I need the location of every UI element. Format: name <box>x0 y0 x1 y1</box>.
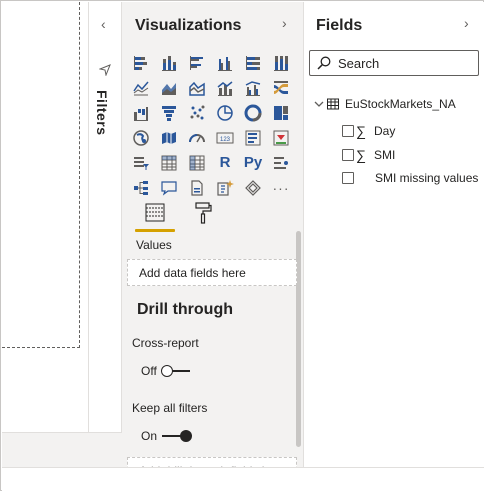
table-name: EuStockMarkets_NA <box>345 97 456 111</box>
toggle-off-switch[interactable] <box>160 365 190 377</box>
expand-filters-chevron-icon[interactable]: ‹ <box>101 16 106 32</box>
fields-title: Fields <box>316 17 363 34</box>
matrix-icon[interactable] <box>183 150 211 175</box>
field-checkbox[interactable] <box>342 149 354 161</box>
fields-pane: Fields › EuStockMarkets_NA ∑ Day ∑ SMI <box>304 2 484 467</box>
line-chart-icon[interactable] <box>127 75 155 100</box>
waterfall-chart-icon[interactable] <box>127 100 155 125</box>
viz-pane-tabs <box>135 202 295 232</box>
100-stacked-column-chart-icon[interactable] <box>267 50 295 75</box>
search-icon <box>317 56 331 70</box>
drill-through-title: Drill through <box>137 301 233 318</box>
multi-row-card-icon[interactable] <box>239 125 267 150</box>
status-bar <box>2 467 484 491</box>
fields-well-icon <box>145 203 165 222</box>
line-and-stacked-column-chart-icon[interactable] <box>211 75 239 100</box>
decomposition-tree-icon[interactable] <box>127 175 155 200</box>
report-page[interactable] <box>2 2 80 348</box>
slicer-icon[interactable] <box>127 150 155 175</box>
keep-all-filters-toggle[interactable]: On <box>141 429 193 443</box>
svg-text:123: 123 <box>220 137 231 143</box>
table-icon <box>327 98 339 110</box>
tab-fields[interactable] <box>135 202 175 232</box>
field-checkbox[interactable] <box>342 125 354 137</box>
field-item-smi-missing-values[interactable]: SMI missing values <box>342 171 478 185</box>
filters-pane[interactable]: ‹ Filters <box>89 2 122 432</box>
report-view: ‹ Filters Visualizations › 123 R Py ··· … <box>0 0 484 491</box>
donut-chart-icon[interactable] <box>239 100 267 125</box>
values-well-label: Values <box>136 238 172 252</box>
power-apps-icon[interactable] <box>239 175 267 200</box>
toggle-on-switch[interactable] <box>162 430 193 442</box>
tab-format[interactable] <box>183 202 223 232</box>
ribbon-chart-icon[interactable] <box>267 75 295 100</box>
area-chart-icon[interactable] <box>155 75 183 100</box>
python-visual-label: Py <box>243 154 263 171</box>
field-label: SMI missing values <box>375 171 479 185</box>
map-icon[interactable] <box>127 125 155 150</box>
collapse-fields-chevron-icon[interactable]: › <box>464 15 469 31</box>
chevron-down-icon[interactable] <box>313 98 325 110</box>
gauge-icon[interactable] <box>183 125 211 150</box>
smart-narrative-icon[interactable] <box>211 175 239 200</box>
clustered-bar-chart-icon[interactable] <box>183 50 211 75</box>
sigma-icon: ∑ <box>356 147 366 163</box>
field-item-day[interactable]: ∑ Day <box>342 123 395 139</box>
report-canvas[interactable] <box>2 2 89 432</box>
cross-report-label: Cross-report <box>132 336 199 350</box>
values-dropzone[interactable]: Add data fields here <box>127 259 297 286</box>
paginated-report-icon[interactable] <box>183 175 211 200</box>
stacked-bar-chart-icon[interactable] <box>127 50 155 75</box>
card-icon[interactable]: 123 <box>211 125 239 150</box>
scatter-chart-icon[interactable] <box>183 100 211 125</box>
search-input[interactable] <box>338 55 468 71</box>
filter-icon <box>99 64 111 76</box>
collapse-visualizations-chevron-icon[interactable]: › <box>282 15 287 31</box>
field-label: Day <box>374 124 396 138</box>
visualizations-title: Visualizations <box>135 17 242 34</box>
fields-search[interactable] <box>309 50 479 76</box>
keep-all-filters-state: On <box>141 429 158 443</box>
r-visual-label: R <box>219 154 231 171</box>
line-and-clustered-column-chart-icon[interactable] <box>239 75 267 100</box>
pie-chart-icon[interactable] <box>211 100 239 125</box>
kpi-icon[interactable] <box>267 125 295 150</box>
table-icon[interactable] <box>155 150 183 175</box>
table-item[interactable]: EuStockMarkets_NA <box>313 97 456 111</box>
keep-all-filters-label: Keep all filters <box>132 401 208 415</box>
qa-icon[interactable] <box>155 175 183 200</box>
100-stacked-bar-chart-icon[interactable] <box>239 50 267 75</box>
visualizations-pane: Visualizations › 123 R Py ··· Values Add… <box>122 2 304 467</box>
page-tabs-bar <box>2 432 122 467</box>
python-visual-icon[interactable]: Py <box>239 150 267 175</box>
field-checkbox[interactable] <box>342 172 354 184</box>
key-influencers-icon[interactable] <box>267 150 295 175</box>
drill-through-dropzone[interactable]: Add drill-through fields here <box>127 457 297 467</box>
more-visuals-label: ··· <box>272 179 290 196</box>
filled-map-icon[interactable] <box>155 125 183 150</box>
cross-report-toggle[interactable]: Off <box>141 364 190 378</box>
stacked-area-chart-icon[interactable] <box>183 75 211 100</box>
field-label: SMI <box>374 148 396 162</box>
treemap-icon[interactable] <box>267 100 295 125</box>
stacked-column-chart-icon[interactable] <box>155 50 183 75</box>
cross-report-state: Off <box>141 364 157 378</box>
clustered-column-chart-icon[interactable] <box>211 50 239 75</box>
funnel-chart-icon[interactable] <box>155 100 183 125</box>
more-visuals-icon[interactable]: ··· <box>267 175 295 200</box>
visual-gallery: 123 R Py ··· <box>127 50 297 200</box>
sigma-icon: ∑ <box>356 123 366 139</box>
paint-roller-icon <box>195 202 212 224</box>
filters-label: Filters <box>94 90 110 136</box>
field-item-smi[interactable]: ∑ SMI <box>342 147 395 163</box>
r-visual-icon[interactable]: R <box>211 150 239 175</box>
